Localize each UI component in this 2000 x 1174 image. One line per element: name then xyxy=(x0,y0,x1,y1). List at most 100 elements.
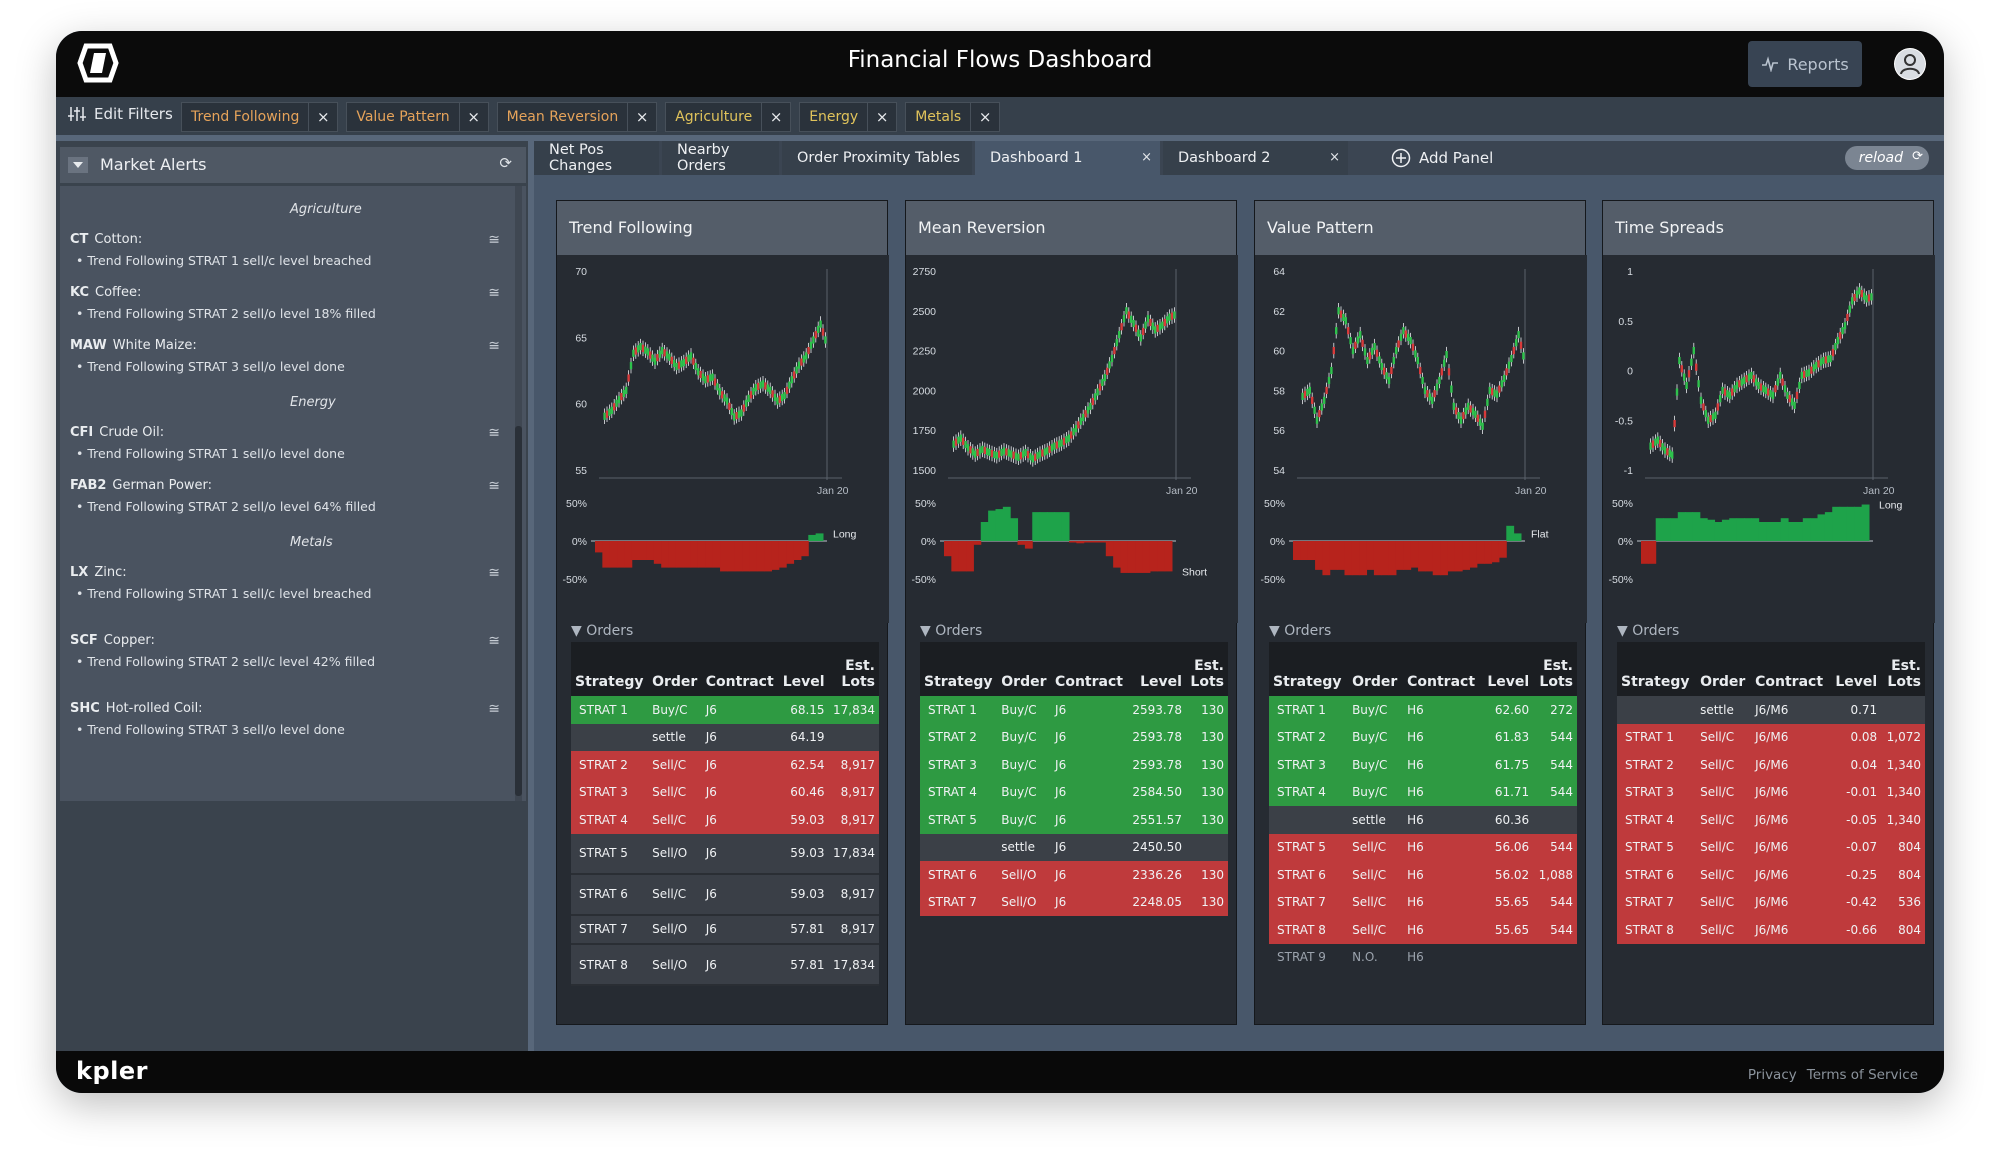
alert-item[interactable]: LX Zinc: • Trend Following STRAT 1 sell/c … xyxy=(70,565,500,601)
order-row[interactable]: STRAT 2 Sell/C J6 62.54 8,917 xyxy=(571,751,879,779)
order-row[interactable]: STRAT 7 Sell/O J6 57.81 8,917 xyxy=(571,914,879,945)
order-strategy: STRAT 7 xyxy=(1625,895,1674,910)
alert-item[interactable]: KC Coffee: • Trend Following STRAT 2 sell/… xyxy=(70,285,500,321)
close-tab-icon[interactable]: × xyxy=(1141,150,1152,165)
alert-menu-icon[interactable]: ≅ xyxy=(488,425,500,441)
add-panel-button[interactable]: Add Panel xyxy=(1391,141,1493,175)
alert-item[interactable]: CT Cotton: • Trend Following STRAT 1 sell/… xyxy=(70,232,500,268)
filter-chip[interactable]: Value Pattern × xyxy=(346,102,489,132)
remove-filter-icon[interactable]: × xyxy=(868,108,896,126)
order-row[interactable]: STRAT 4 Sell/C J6/M6 -0.05 1,340 xyxy=(1617,806,1925,834)
order-row[interactable]: STRAT 2 Buy/C J6 2593.78 130 xyxy=(920,723,1228,751)
collapse-toggle-icon[interactable] xyxy=(68,157,88,173)
alert-item[interactable]: SCF Copper: • Trend Following STRAT 2 sell… xyxy=(70,633,500,669)
order-row[interactable]: STRAT 7 Sell/C J6/M6 -0.42 536 xyxy=(1617,888,1925,916)
remove-filter-icon[interactable]: × xyxy=(762,108,790,126)
order-row[interactable]: settle H6 60.36 xyxy=(1269,806,1577,834)
order-row[interactable]: settle J6 2450.50 xyxy=(920,833,1228,861)
order-row[interactable]: STRAT 2 Buy/C H6 61.83 544 xyxy=(1269,723,1577,751)
privacy-link[interactable]: Privacy xyxy=(1748,1067,1797,1083)
tab-nearby-orders[interactable]: Nearby Orders xyxy=(662,141,779,175)
order-row[interactable]: STRAT 1 Buy/C H6 62.60 272 xyxy=(1269,696,1577,724)
position-bar xyxy=(1061,512,1070,541)
order-row[interactable]: STRAT 6 Sell/O J6 2336.26 130 xyxy=(920,861,1228,889)
orders-toggle[interactable]: ▼ Orders xyxy=(571,623,633,639)
alert-item[interactable]: MAW White Maize: • Trend Following STRAT 3… xyxy=(70,338,500,374)
order-row[interactable]: STRAT 5 Sell/O J6 59.03 17,834 xyxy=(571,833,879,875)
position-bar xyxy=(1655,518,1664,541)
alert-menu-icon[interactable]: ≅ xyxy=(488,633,500,649)
edit-filters-button[interactable]: Edit Filters xyxy=(68,105,173,123)
order-row[interactable]: STRAT 5 Buy/C J6 2551.57 130 xyxy=(920,806,1228,834)
order-row[interactable]: STRAT 6 Sell/C J6/M6 -0.25 804 xyxy=(1617,861,1925,889)
filter-chip[interactable]: Mean Reversion × xyxy=(496,102,658,132)
order-row[interactable]: STRAT 9 N.O. H6 xyxy=(1269,944,1577,972)
refresh-icon[interactable]: ⟳ xyxy=(499,154,512,172)
orders-toggle[interactable]: ▼ Orders xyxy=(1269,623,1331,639)
position-bar xyxy=(1344,541,1353,576)
alert-menu-icon[interactable]: ≅ xyxy=(488,565,500,581)
tab-net-pos-changes[interactable]: Net Pos Changes xyxy=(534,141,659,175)
alert-menu-icon[interactable]: ≅ xyxy=(488,285,500,301)
orders-toggle[interactable]: ▼ Orders xyxy=(920,623,982,639)
tab-order-proximity-tables[interactable]: Order Proximity Tables xyxy=(782,141,972,175)
order-row[interactable]: STRAT 5 Sell/C H6 56.06 544 xyxy=(1269,833,1577,861)
filter-chip[interactable]: Trend Following × xyxy=(181,102,339,132)
order-row[interactable]: STRAT 1 Sell/C J6/M6 0.08 1,072 xyxy=(1617,723,1925,751)
order-row[interactable]: STRAT 3 Buy/C H6 61.75 544 xyxy=(1269,751,1577,779)
filter-chip[interactable]: Agriculture × xyxy=(665,102,792,132)
reload-button[interactable]: reload ⟳ xyxy=(1845,146,1929,170)
order-level: -0.25 xyxy=(1846,867,1878,882)
alert-menu-icon[interactable]: ≅ xyxy=(488,478,500,494)
position-tick-label: 50% xyxy=(1612,498,1633,510)
order-row[interactable]: STRAT 3 Buy/C J6 2593.78 130 xyxy=(920,751,1228,779)
reports-button[interactable]: Reports xyxy=(1748,41,1862,87)
orders-toggle[interactable]: ▼ Orders xyxy=(1617,623,1679,639)
alert-menu-icon[interactable]: ≅ xyxy=(488,701,500,717)
close-tab-icon[interactable]: × xyxy=(1329,150,1340,165)
order-row[interactable]: settle J6 64.19 xyxy=(571,723,879,751)
order-row[interactable]: STRAT 5 Sell/C J6/M6 -0.07 804 xyxy=(1617,833,1925,861)
order-row[interactable]: settle J6/M6 0.71 xyxy=(1617,696,1925,724)
order-row[interactable]: STRAT 8 Sell/C H6 55.65 544 xyxy=(1269,916,1577,944)
alert-item[interactable]: CFI Crude Oil: • Trend Following STRAT 1 s… xyxy=(70,425,500,461)
user-avatar-button[interactable] xyxy=(1894,48,1926,80)
order-row[interactable]: STRAT 7 Sell/O J6 2248.05 130 xyxy=(920,888,1228,916)
order-row[interactable]: STRAT 2 Sell/C J6/M6 0.04 1,340 xyxy=(1617,751,1925,779)
order-strategy: STRAT 8 xyxy=(571,944,649,986)
position-bar xyxy=(1839,506,1848,541)
order-row[interactable]: STRAT 8 Sell/O J6 57.81 17,834 xyxy=(571,944,879,986)
order-row[interactable]: STRAT 4 Buy/C H6 61.71 544 xyxy=(1269,778,1577,806)
remove-filter-icon[interactable]: × xyxy=(971,108,999,126)
order-row[interactable]: STRAT 4 Sell/C J6 59.03 8,917 xyxy=(571,806,879,834)
filter-chip[interactable]: Energy × xyxy=(799,102,898,132)
position-bar xyxy=(1069,541,1077,543)
position-bar xyxy=(1329,541,1338,570)
order-row[interactable]: STRAT 3 Sell/C J6 60.46 8,917 xyxy=(571,778,879,806)
alert-item[interactable]: FAB2 German Power: • Trend Following STRAT… xyxy=(70,478,500,514)
tab-dashboard-2[interactable]: Dashboard 2 × xyxy=(1163,141,1348,175)
y-tick-label: 2750 xyxy=(913,266,937,278)
order-row[interactable]: STRAT 1 Buy/C J6 2593.78 130 xyxy=(920,696,1228,724)
order-row[interactable]: STRAT 6 Sell/C J6 59.03 8,917 xyxy=(571,873,879,916)
order-row[interactable]: STRAT 4 Buy/C J6 2584.50 130 xyxy=(920,778,1228,806)
alerts-scroll-thumb[interactable] xyxy=(515,426,522,796)
position-bar xyxy=(1506,525,1515,541)
remove-filter-icon[interactable]: × xyxy=(628,108,656,126)
order-row[interactable]: STRAT 6 Sell/C H6 56.02 1,088 xyxy=(1269,861,1577,889)
order-row[interactable]: STRAT 1 Buy/C J6 68.15 17,834 xyxy=(571,696,879,724)
alert-item[interactable]: SHC Hot-rolled Coil: • Trend Following STR… xyxy=(70,701,500,737)
order-row[interactable]: STRAT 3 Sell/C J6/M6 -0.01 1,340 xyxy=(1617,778,1925,806)
remove-filter-icon[interactable]: × xyxy=(460,108,488,126)
filter-chip[interactable]: Metals × xyxy=(905,102,1001,132)
alert-menu-icon[interactable]: ≅ xyxy=(488,338,500,354)
terms-link[interactable]: Terms of Service xyxy=(1807,1067,1918,1083)
order-contract: H6 xyxy=(1407,895,1424,910)
tab-dashboard-1[interactable]: Dashboard 1 × xyxy=(975,141,1160,175)
order-row[interactable]: STRAT 7 Sell/C H6 55.65 544 xyxy=(1269,888,1577,916)
alert-menu-icon[interactable]: ≅ xyxy=(488,232,500,248)
order-row[interactable]: STRAT 8 Sell/C J6/M6 -0.66 804 xyxy=(1617,916,1925,944)
y-tick-label: 70 xyxy=(575,266,587,278)
kpler-logo: kpler xyxy=(76,1057,148,1085)
remove-filter-icon[interactable]: × xyxy=(309,108,337,126)
